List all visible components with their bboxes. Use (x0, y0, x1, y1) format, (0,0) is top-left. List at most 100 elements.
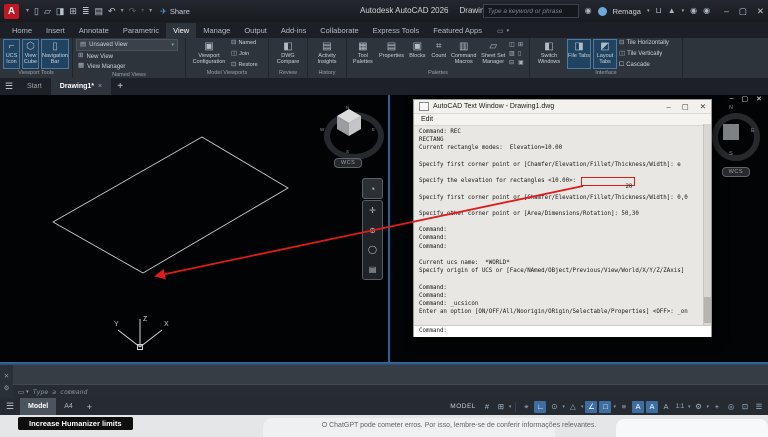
lineweight-icon[interactable]: ≡ (618, 401, 630, 413)
compass-south[interactable]: S (346, 149, 349, 154)
tw-minimize-icon[interactable]: – (666, 102, 670, 111)
mini-palette-icon-3[interactable]: ▥ (509, 50, 517, 58)
tw-close-icon[interactable]: ✕ (700, 102, 706, 111)
autodesk-mark-icon[interactable]: ▲ (668, 7, 676, 15)
osnap-caret-icon[interactable]: ▾ (613, 404, 616, 410)
count-button[interactable]: ⌗ Count (430, 39, 448, 69)
properties-button[interactable]: ▤ Properties (378, 39, 406, 69)
tab-collaborate[interactable]: Collaborate (313, 23, 365, 38)
new-view-button[interactable]: ⊞ New View (76, 52, 178, 61)
user-caret-icon[interactable]: ▾ (647, 9, 650, 14)
polar-caret-icon[interactable]: ▾ (562, 404, 565, 410)
dynamic-input-icon[interactable]: ⌖ (520, 401, 532, 413)
share-button[interactable]: ✈ Share (160, 7, 190, 16)
viewcube[interactable]: N W E S (322, 103, 376, 163)
doc-minimize-icon[interactable]: – (730, 95, 734, 103)
text-window-prompt[interactable]: Command: (414, 325, 711, 337)
humanizer-pill-button[interactable]: Increase Humanizer limits (18, 417, 133, 430)
maximize-icon[interactable]: ▢ (739, 6, 747, 17)
text-window-titlebar[interactable]: AutoCAD Text Window - Drawing1.dwg – ▢ ✕ (414, 100, 711, 114)
tab-drawing1[interactable]: Drawing1* × (51, 78, 111, 95)
doc-close-icon[interactable]: ✕ (756, 95, 762, 103)
object-snap-icon[interactable]: □ (599, 401, 611, 413)
printer-icon[interactable]: ▤ (95, 7, 104, 16)
cmd-close-icon[interactable]: ✕ (4, 372, 9, 380)
new-drawing-icon[interactable]: + (111, 78, 129, 95)
redo-icon[interactable]: ↷ (129, 7, 137, 16)
wcs-menu-right[interactable]: WCS (722, 167, 750, 177)
logo-caret-icon[interactable]: ▾ (26, 8, 29, 14)
layout-tab-a4[interactable]: A4 (56, 398, 81, 415)
viewcube-top-face[interactable] (723, 124, 739, 140)
compass-top-north[interactable]: N (729, 105, 733, 111)
isolate-objects-icon[interactable]: ◎ (725, 401, 737, 413)
autodesk-caret-icon[interactable]: ▾ (682, 9, 685, 14)
doc-restore-icon[interactable]: ▢ (742, 95, 749, 103)
compass-top-east[interactable]: E (751, 128, 755, 134)
navigation-bar-button[interactable]: ▯ Navigation Bar (41, 39, 69, 69)
plot-icon[interactable]: ≣ (82, 7, 90, 16)
text-window[interactable]: AutoCAD Text Window - Drawing1.dwg – ▢ ✕… (413, 99, 712, 337)
viewport-configuration-button[interactable]: ▣ Viewport Configuration (189, 39, 229, 69)
compass-east[interactable]: E (372, 127, 375, 132)
orbit-icon[interactable]: ◯ (368, 245, 377, 254)
close-tab-icon[interactable]: × (98, 83, 102, 90)
scrollbar-thumb[interactable] (704, 297, 711, 323)
gear-icon[interactable]: ⚙ (692, 401, 704, 413)
new-layout-icon[interactable]: + (81, 402, 98, 412)
tile-horizontally-button[interactable]: ⊟ Tile Horizontally (619, 40, 669, 47)
user-avatar[interactable] (598, 7, 607, 16)
annotation-visibility-icon[interactable]: A (632, 401, 644, 413)
wcs-menu[interactable]: WCS (334, 158, 362, 168)
tw-maximize-icon[interactable]: ▢ (682, 102, 689, 111)
viewcube-top[interactable]: N W E S (708, 107, 754, 159)
pan-icon[interactable]: ✛ (369, 206, 376, 215)
tab-annotate[interactable]: Annotate (72, 23, 116, 38)
text-window-scrollbar[interactable] (703, 124, 711, 325)
tile-vertically-button[interactable]: ◫ Tile Vertically (619, 51, 669, 58)
tab-view[interactable]: View (166, 23, 196, 38)
tab-start[interactable]: Start (18, 78, 51, 95)
clean-screen-icon[interactable]: ⊡ (739, 401, 751, 413)
view-cube-button[interactable]: ⬡ View Cube (22, 39, 39, 69)
edit-menu[interactable]: Edit (421, 116, 433, 123)
qat-menu-caret-icon[interactable]: ▾ (149, 8, 152, 14)
annotation-scale-icon[interactable]: A (660, 401, 672, 413)
layout-tab-model[interactable]: Model (20, 398, 56, 415)
activity-insights-button[interactable]: ▤ Activity Insights (311, 39, 343, 69)
compass-top-south[interactable]: S (729, 151, 733, 157)
panel-label-viewport-tools[interactable]: Viewport Tools (0, 69, 72, 78)
user-name[interactable]: Remaga (613, 7, 641, 16)
close-icon[interactable]: ✕ (757, 6, 764, 17)
text-window-body[interactable]: Command: RECRECTANGCurrent rectangle mod… (414, 126, 711, 337)
app-logo-icon[interactable]: A (4, 4, 19, 19)
tab-featured-apps[interactable]: Featured Apps (426, 23, 489, 38)
layout-menu-icon[interactable]: ☰ (0, 401, 20, 412)
undo-icon[interactable]: ↶ (108, 7, 116, 16)
ribbon-display-caret-icon[interactable]: ▾ (507, 28, 510, 34)
viewport-left[interactable]: Y Z X N W E S WCS ◔ ✛ ⊕ ◯ (0, 95, 390, 362)
tab-add-ins[interactable]: Add-ins (274, 23, 313, 38)
layout-tabs-button[interactable]: ◩ Layout Tabs (593, 39, 617, 69)
zoom-icon[interactable]: ⊕ (369, 226, 376, 235)
snap-caret-icon[interactable]: ▾ (509, 404, 512, 410)
named-viewports-button[interactable]: ⊟ Named (231, 40, 258, 47)
restore-viewports-button[interactable]: ⊡ Restore (231, 62, 258, 69)
navigation-bar[interactable]: ✛ ⊕ ◯ ▤ (362, 200, 383, 280)
blocks-button[interactable]: ▣ Blocks (407, 39, 427, 69)
mini-palette-icon-1[interactable]: ◫ (509, 41, 517, 49)
help-icon[interactable]: ◉ (690, 7, 697, 15)
search-icon[interactable]: ◉ (585, 7, 592, 15)
sheet-set-manager-button[interactable]: ▱ Sheet Set Manager (479, 39, 507, 69)
tab-parametric[interactable]: Parametric (116, 23, 166, 38)
snap-icon[interactable]: ⊞ (495, 401, 507, 413)
model-space-badge[interactable]: MODEL (450, 403, 476, 410)
object-snap-tracking-icon[interactable]: ∠ (585, 401, 597, 413)
customize-plus-icon[interactable]: + (711, 401, 723, 413)
drawing-area[interactable]: – ▢ ✕ Y Z X N W E (0, 95, 768, 362)
undo-caret-icon[interactable]: ▾ (121, 8, 124, 14)
isodraft-caret-icon[interactable]: ▾ (581, 404, 584, 410)
scale-caret-icon[interactable]: ▾ (688, 404, 691, 410)
open-folder-icon[interactable]: ▱ (44, 7, 51, 16)
tab-manage[interactable]: Manage (196, 23, 237, 38)
